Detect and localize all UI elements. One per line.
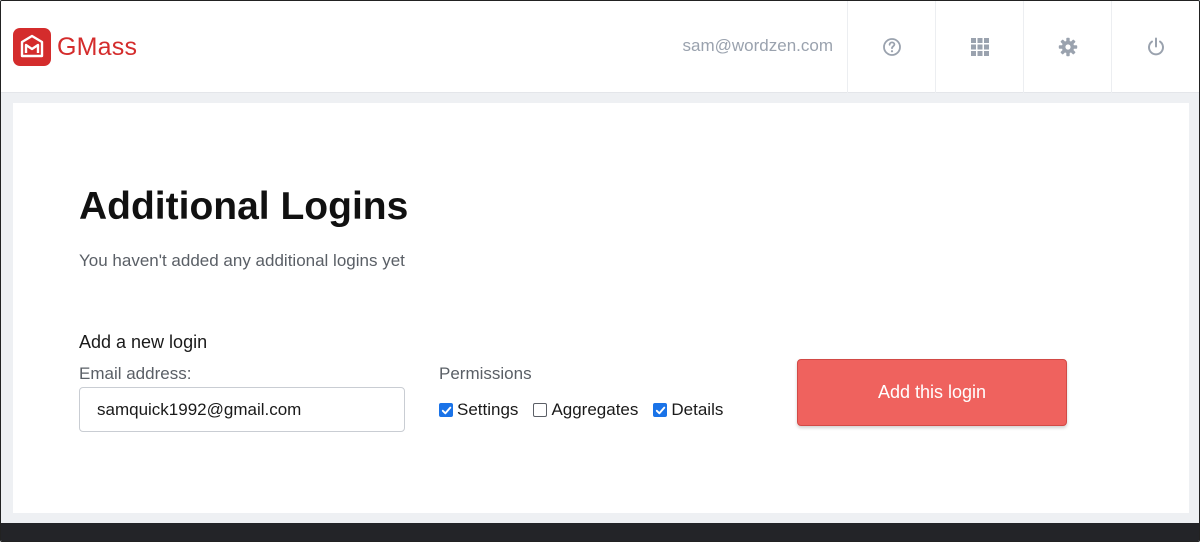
email-address-input[interactable] (79, 387, 405, 432)
permissions-options: Settings Aggregates Details (439, 400, 738, 420)
details-checkbox-label: Details (671, 400, 724, 419)
gmass-logo[interactable]: GMass (13, 27, 137, 67)
permission-aggregates[interactable]: Aggregates (533, 400, 638, 420)
app-window: GMass sam@wordzen.com Additional Logins … (0, 0, 1200, 542)
permissions-label: Permissions (439, 364, 532, 383)
gear-icon (1058, 37, 1077, 57)
user-email[interactable]: sam@wordzen.com (683, 36, 833, 56)
email-address-label: Email address: (79, 364, 192, 383)
add-login-button[interactable]: Add this login (797, 359, 1067, 426)
gmass-logo-icon (13, 28, 51, 66)
details-checkbox[interactable] (653, 403, 668, 417)
aggregates-checkbox[interactable] (533, 403, 548, 417)
checkmark-icon (441, 406, 451, 414)
permission-details[interactable]: Details (653, 400, 723, 420)
permission-settings[interactable]: Settings (439, 400, 518, 420)
power-icon (1147, 37, 1164, 56)
logout-button[interactable] (1111, 1, 1199, 93)
apps-grid-icon (970, 38, 989, 56)
bottom-bar (1, 523, 1199, 541)
help-icon (882, 38, 901, 56)
settings-checkbox-label: Settings (457, 400, 519, 419)
settings-button[interactable] (1023, 1, 1111, 93)
page-title: Additional Logins (79, 185, 409, 228)
aggregates-checkbox-label: Aggregates (551, 400, 639, 419)
help-button[interactable] (847, 1, 935, 93)
main-panel: Additional Logins You haven't added any … (13, 103, 1189, 513)
empty-state-message: You haven't added any additional logins … (79, 251, 405, 270)
checkmark-icon (655, 406, 666, 414)
settings-checkbox[interactable] (439, 403, 453, 417)
app-name: GMass (57, 32, 138, 61)
apps-button[interactable] (935, 1, 1023, 93)
top-header: GMass sam@wordzen.com (1, 1, 1199, 93)
add-login-section-label: Add a new login (79, 332, 208, 352)
